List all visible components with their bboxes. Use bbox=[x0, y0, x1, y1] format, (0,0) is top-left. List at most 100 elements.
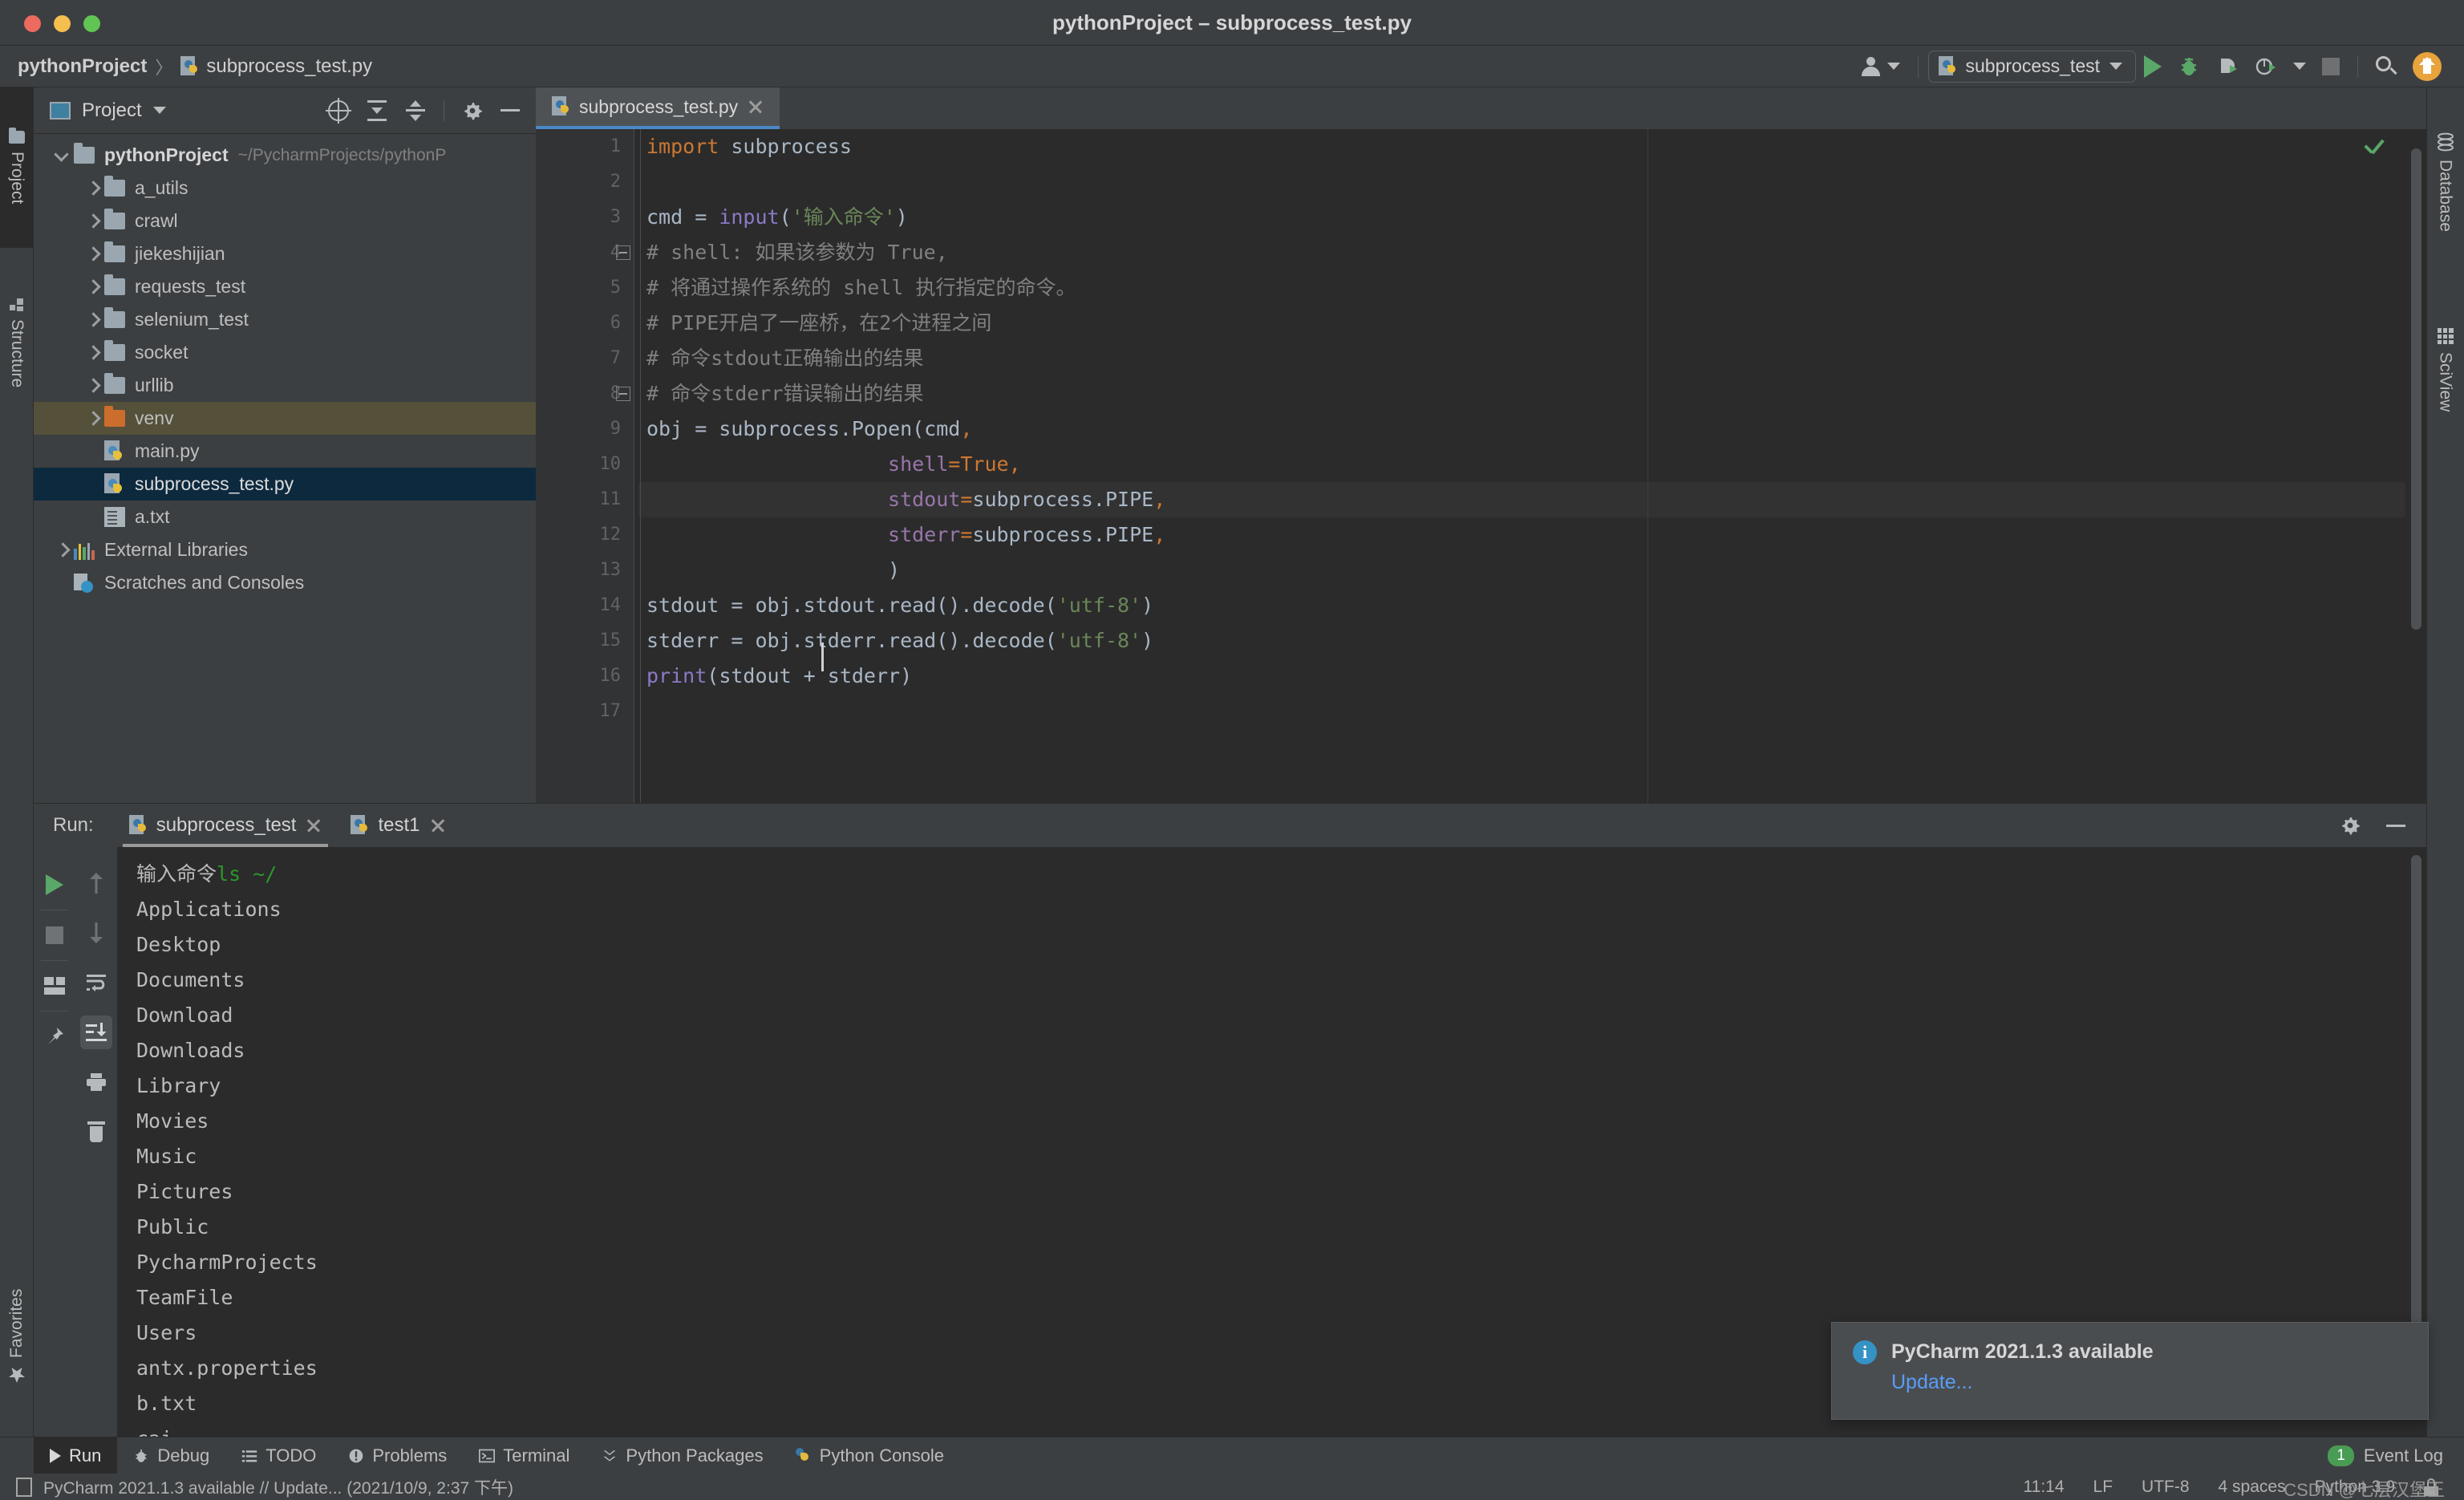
bottom-tab-todo[interactable]: TODO bbox=[225, 1437, 332, 1474]
run-configuration-selector[interactable]: subprocess_test bbox=[1927, 50, 2136, 83]
account-button[interactable] bbox=[1854, 49, 1908, 84]
tree-item-socket[interactable]: socket bbox=[34, 336, 536, 369]
close-icon[interactable] bbox=[430, 817, 446, 833]
arrow-up-icon bbox=[90, 873, 103, 894]
minus-icon[interactable] bbox=[500, 109, 520, 111]
run-tab-subprocess-test[interactable]: subprocess_test bbox=[115, 804, 337, 847]
editor-tab-subprocess-test-py[interactable]: subprocess_test.py bbox=[536, 87, 780, 129]
chevron-down-icon[interactable] bbox=[152, 107, 166, 114]
tree-item-crawl[interactable]: crawl bbox=[34, 205, 536, 237]
caret-position[interactable]: 11:14 bbox=[2024, 1478, 2065, 1497]
run-coverage-button[interactable] bbox=[2208, 49, 2247, 84]
breadcrumb-file[interactable]: subprocess_test.py bbox=[206, 55, 372, 78]
bottom-tab-label: Python Packages bbox=[626, 1445, 764, 1466]
tree-item-a-txt[interactable]: a.txt bbox=[34, 501, 536, 533]
tree-item-external-libraries[interactable]: External Libraries bbox=[34, 533, 536, 566]
bottom-tab-run[interactable]: Run bbox=[34, 1437, 118, 1474]
chevron-right-icon[interactable] bbox=[83, 311, 101, 329]
status-bar-message[interactable]: PyCharm 2021.1.3 available // Update... … bbox=[43, 1475, 513, 1499]
minus-icon[interactable] bbox=[2386, 824, 2405, 827]
stop-button[interactable] bbox=[2314, 49, 2348, 84]
chevron-down-icon[interactable] bbox=[53, 147, 71, 164]
python-file-icon bbox=[552, 96, 569, 117]
line-number: 5 bbox=[610, 278, 621, 298]
tree-item-pythonProject[interactable]: pythonProject ~/PycharmProjects/pythonP bbox=[34, 139, 536, 172]
expand-all-icon[interactable] bbox=[367, 99, 387, 121]
pin-tab-button[interactable] bbox=[34, 1011, 75, 1061]
fold-marker-icon[interactable] bbox=[616, 387, 630, 401]
bottom-tab-debug[interactable]: Debug bbox=[117, 1437, 225, 1474]
chevron-right-icon[interactable] bbox=[83, 180, 101, 197]
line-separator[interactable]: LF bbox=[2093, 1478, 2113, 1497]
gear-icon[interactable] bbox=[462, 100, 483, 121]
tree-item-subprocess-test-py[interactable]: subprocess_test.py bbox=[34, 468, 536, 501]
profile-dropdown-button[interactable] bbox=[2285, 49, 2314, 84]
notification-update-link[interactable]: Update... bbox=[1891, 1371, 2407, 1394]
tree-item-a_utils[interactable]: a_utils bbox=[34, 172, 536, 205]
profile-button[interactable] bbox=[2247, 49, 2285, 84]
run-tab-test1[interactable]: test1 bbox=[336, 804, 460, 847]
layout-button[interactable] bbox=[34, 961, 75, 1011]
breadcrumb-project[interactable]: pythonProject bbox=[18, 55, 147, 78]
scroll-to-end-button[interactable] bbox=[75, 1007, 117, 1057]
bottom-tab-python-packages[interactable]: Python Packages bbox=[586, 1437, 779, 1474]
close-icon[interactable] bbox=[306, 817, 322, 833]
locate-icon[interactable] bbox=[326, 97, 351, 124]
file-encoding[interactable]: UTF-8 bbox=[2142, 1478, 2190, 1497]
chevron-right-icon[interactable] bbox=[83, 245, 101, 263]
chevron-right-icon[interactable] bbox=[83, 278, 101, 296]
down-button[interactable] bbox=[75, 908, 117, 958]
tree-item-urllib[interactable]: urllib bbox=[34, 369, 536, 402]
print-button[interactable] bbox=[75, 1057, 117, 1107]
tree-item-main-py[interactable]: main.py bbox=[34, 435, 536, 468]
code-editor[interactable]: 1 2 3 4 5 6 7 8 9 10 11 12 13 14 15 16 1… bbox=[536, 129, 2426, 803]
project-panel-title[interactable]: Project bbox=[82, 99, 142, 122]
event-log-label[interactable]: Event Log bbox=[2364, 1445, 2443, 1466]
indent-size[interactable]: 4 spaces bbox=[2219, 1478, 2286, 1497]
clear-all-button[interactable] bbox=[75, 1107, 117, 1157]
soft-wrap-button[interactable] bbox=[75, 958, 117, 1007]
checkmark-ok-icon[interactable] bbox=[2364, 142, 2385, 155]
sidebar-item-structure[interactable]: Structure bbox=[0, 252, 34, 432]
bug-icon bbox=[2182, 57, 2196, 75]
chevron-right-icon[interactable] bbox=[83, 213, 101, 230]
sidebar-item-favorites[interactable]: Favorites bbox=[0, 1252, 34, 1421]
chevron-right-icon[interactable] bbox=[83, 410, 101, 428]
message-icon bbox=[16, 1477, 32, 1497]
fold-marker-icon[interactable] bbox=[616, 245, 630, 260]
close-icon[interactable] bbox=[748, 99, 764, 115]
run-tab-label: subprocess_test bbox=[156, 814, 297, 836]
stop-button[interactable] bbox=[34, 910, 75, 960]
editor-scrollbar[interactable] bbox=[2405, 129, 2426, 803]
run-button[interactable] bbox=[2136, 49, 2170, 84]
debug-button[interactable] bbox=[2170, 49, 2208, 84]
sidebar-item-database[interactable]: Database bbox=[2426, 87, 2464, 276]
chevron-right-icon[interactable] bbox=[53, 541, 71, 559]
editor-scrollbar-thumb[interactable] bbox=[2411, 148, 2421, 630]
update-button[interactable] bbox=[2405, 49, 2450, 84]
up-button[interactable] bbox=[75, 858, 117, 908]
event-log-area[interactable]: 1 Event Log bbox=[2328, 1445, 2464, 1466]
chevron-right-icon[interactable] bbox=[83, 344, 101, 362]
rerun-button[interactable] bbox=[34, 860, 75, 910]
tree-item-jiekeshijian[interactable]: jiekeshijian bbox=[34, 237, 536, 270]
sidebar-item-project[interactable]: Project bbox=[0, 87, 34, 248]
chevron-right-icon[interactable] bbox=[83, 377, 101, 395]
tree-item-selenium_test[interactable]: selenium_test bbox=[34, 303, 536, 336]
bottom-tab-problems[interactable]: Problems bbox=[332, 1437, 463, 1474]
editor-text[interactable]: import subprocess cmd = input('输入命令') # … bbox=[638, 129, 2426, 803]
tree-item-requests_test[interactable]: requests_test bbox=[34, 270, 536, 303]
collapse-all-icon[interactable] bbox=[405, 99, 426, 121]
tree-item-venv[interactable]: venv bbox=[34, 402, 536, 435]
folder-icon bbox=[104, 307, 125, 328]
bottom-tab-python-console[interactable]: Python Console bbox=[780, 1437, 960, 1474]
tree-item-scratches-and-consoles[interactable]: Scratches and Consoles bbox=[34, 566, 536, 599]
sidebar-item-sciview[interactable]: SciView bbox=[2426, 288, 2464, 452]
gear-icon[interactable] bbox=[2340, 815, 2361, 836]
project-tree: pythonProject ~/PycharmProjects/pythonP … bbox=[34, 134, 536, 599]
tree-item-label: External Libraries bbox=[104, 539, 248, 560]
search-everywhere-button[interactable] bbox=[2368, 49, 2405, 84]
bottom-tab-terminal[interactable]: Terminal bbox=[463, 1437, 586, 1474]
python-file-icon bbox=[180, 55, 198, 77]
